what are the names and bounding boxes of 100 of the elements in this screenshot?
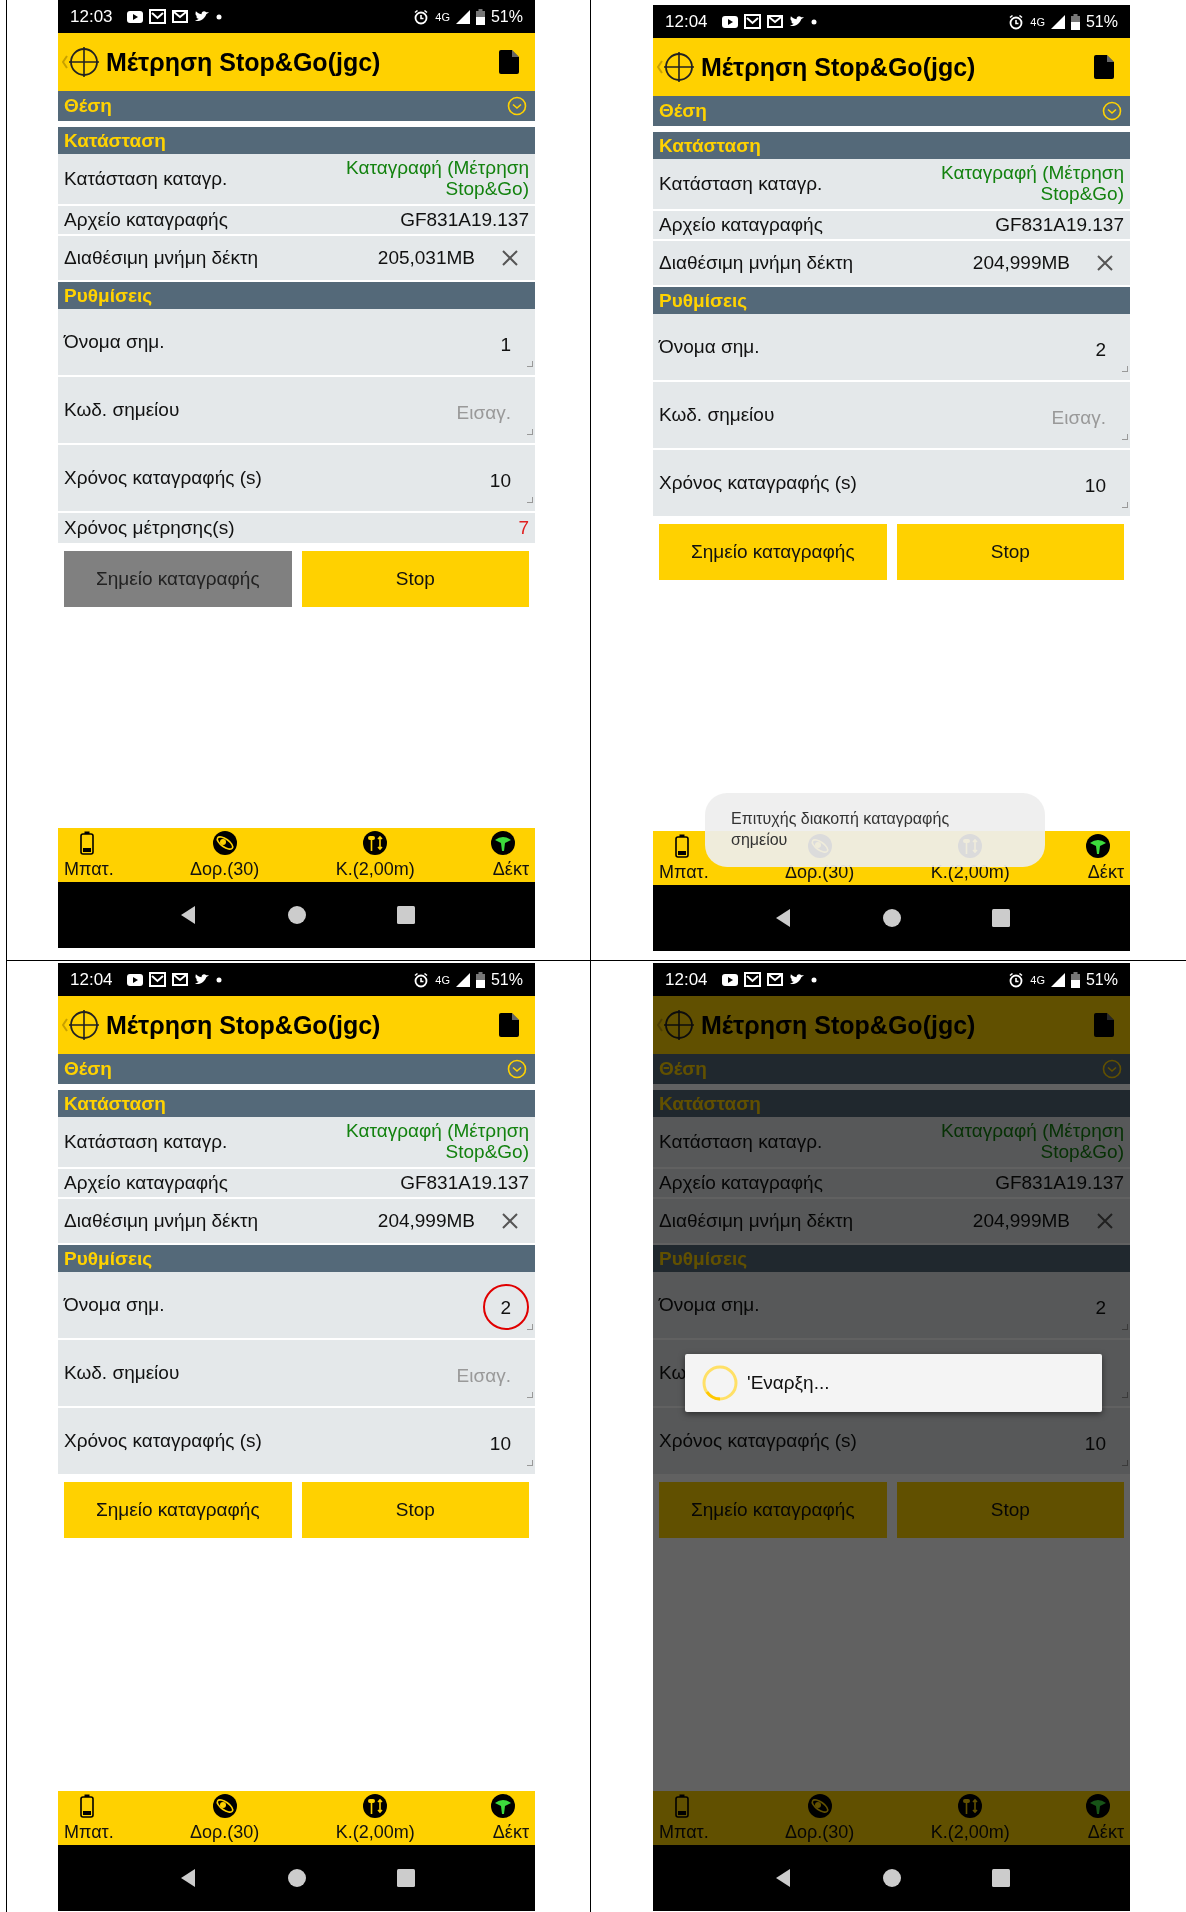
- close-icon[interactable]: [501, 1212, 519, 1230]
- section-header[interactable]: Θέση: [58, 1054, 535, 1084]
- row-label: Όνομα σημ.: [659, 336, 760, 358]
- action-button[interactable]: Stop: [896, 524, 1124, 580]
- action-button[interactable]: Σημείο καταγραφής: [64, 1482, 292, 1538]
- chevron-down-icon[interactable]: [1102, 101, 1122, 121]
- chevron-down-icon[interactable]: [507, 96, 527, 116]
- status-label: Κ.(2,00m): [335, 1822, 415, 1843]
- dot-icon: [810, 976, 817, 983]
- status-label: Μπατ.: [64, 859, 114, 880]
- input-field[interactable]: 10: [401, 455, 533, 507]
- row-label: Όνομα σημ.: [64, 1294, 165, 1316]
- section-title: Ρυθμίσεις: [58, 1245, 535, 1272]
- status-label: Δέκτ: [1087, 862, 1124, 883]
- section-title: Θέση: [659, 100, 707, 122]
- signal-icon: [1050, 972, 1065, 987]
- app-title: Μέτρηση Stop&Go(jgc): [106, 1010, 382, 1040]
- row-label: Όνομα σημ.: [659, 1294, 760, 1316]
- mail-icon: [171, 10, 188, 23]
- row-label: Χρόνος μέτρησης(s): [64, 517, 235, 539]
- row-label: Κατάσταση καταγρ.: [64, 168, 228, 190]
- gnss-receiver-icon[interactable]: [1086, 834, 1110, 858]
- home-icon[interactable]: [881, 1868, 902, 1888]
- row-value: GF831A19.137: [400, 1172, 529, 1194]
- input-field[interactable]: 10: [401, 1418, 533, 1470]
- back-crosshair-icon[interactable]: [62, 45, 100, 79]
- row-value: 204,999MB: [377, 1210, 475, 1232]
- action-button[interactable]: Stop: [301, 551, 529, 607]
- input-field[interactable]: 10: [996, 460, 1128, 512]
- action-button[interactable]: Σημείο καταγραφής: [659, 1482, 887, 1538]
- satellite-icon[interactable]: [212, 831, 237, 855]
- action-button[interactable]: Stop: [896, 1482, 1124, 1538]
- timer-value: 7: [518, 517, 529, 539]
- row-label: Αρχείο καταγραφής: [659, 1172, 823, 1194]
- row-value: GF831A19.137: [995, 214, 1124, 236]
- status-label: Μπατ.: [64, 1822, 114, 1843]
- status-value: Καταγραφή (Μέτρηση Stop&Go): [345, 158, 529, 200]
- action-button[interactable]: Σημείο καταγραφής: [659, 524, 887, 580]
- row-label: Κω: [659, 1362, 687, 1384]
- input-field[interactable]: Εισαγ.: [401, 1350, 533, 1402]
- input-field[interactable]: 1: [401, 319, 533, 371]
- recents-icon[interactable]: [991, 909, 1010, 927]
- status-value: Καταγραφή (Μέτρηση Stop&Go): [940, 1121, 1124, 1163]
- row-value: 205,031MB: [377, 247, 475, 269]
- document-icon[interactable]: [1094, 55, 1114, 79]
- back-crosshair-icon[interactable]: [657, 50, 695, 84]
- home-icon[interactable]: [286, 905, 307, 925]
- input-field[interactable]: 10: [996, 1418, 1128, 1470]
- input-field[interactable]: 2: [996, 1282, 1128, 1334]
- survey-pole-icon[interactable]: [363, 831, 388, 855]
- survey-pole-icon[interactable]: [363, 1794, 388, 1818]
- gnss-receiver-icon[interactable]: [491, 831, 515, 855]
- section-title: Κατάσταση: [58, 1090, 535, 1117]
- recents-icon[interactable]: [396, 906, 415, 924]
- mail-icon: [148, 972, 166, 987]
- section-header[interactable]: Θέση: [58, 91, 535, 121]
- input-field[interactable]: Εισαγ.: [401, 387, 533, 439]
- chevron-down-icon[interactable]: [507, 1059, 527, 1079]
- gnss-receiver-icon[interactable]: [491, 1794, 515, 1818]
- input-field[interactable]: 2: [996, 324, 1128, 376]
- section-title: Ρυθμίσεις: [653, 1245, 1130, 1272]
- recents-icon[interactable]: [396, 1869, 415, 1887]
- row-label: Κατάσταση καταγρ.: [659, 173, 823, 195]
- network-type: 4G: [1030, 15, 1045, 28]
- close-icon[interactable]: [501, 249, 519, 267]
- bird-icon: [193, 973, 210, 986]
- dialog-message: 'Εναρξη...: [747, 1372, 830, 1394]
- status-label: Κ.(2,00m): [335, 859, 415, 880]
- home-icon[interactable]: [881, 908, 902, 928]
- row-label: Διαθέσιμη μνήμη δέκτη: [659, 252, 854, 274]
- home-icon[interactable]: [286, 1868, 307, 1888]
- battery-status-icon: [475, 971, 485, 988]
- mail-icon: [148, 9, 166, 24]
- input-field[interactable]: 2: [401, 1282, 533, 1334]
- loading-spinner-icon: [701, 1364, 739, 1402]
- signal-icon: [455, 972, 470, 987]
- app-title: Μέτρηση Stop&Go(jgc): [701, 52, 977, 82]
- mail-icon: [743, 972, 761, 987]
- network-type: 4G: [435, 973, 450, 986]
- recents-icon[interactable]: [991, 1869, 1010, 1887]
- battery-icon[interactable]: [675, 834, 689, 858]
- battery-status-icon: [1070, 13, 1080, 30]
- row-label: Κατάσταση καταγρ.: [64, 1131, 228, 1153]
- video-icon: [126, 10, 143, 23]
- action-button[interactable]: Stop: [301, 1482, 529, 1538]
- input-field[interactable]: Εισαγ.: [996, 392, 1128, 444]
- battery-icon[interactable]: [80, 1794, 94, 1818]
- section-title: Θέση: [659, 1058, 707, 1080]
- row-value: GF831A19.137: [400, 209, 529, 231]
- satellite-icon[interactable]: [212, 1794, 237, 1818]
- document-icon[interactable]: [499, 1013, 519, 1037]
- back-crosshair-icon[interactable]: [62, 1008, 100, 1042]
- close-icon[interactable]: [1096, 254, 1114, 272]
- section-header[interactable]: Θέση: [653, 96, 1130, 126]
- battery-icon[interactable]: [80, 831, 94, 855]
- signal-icon: [1050, 14, 1065, 29]
- app-title: Μέτρηση Stop&Go(jgc): [701, 1010, 977, 1040]
- document-icon[interactable]: [499, 50, 519, 74]
- section-title: Θέση: [64, 1058, 112, 1080]
- bird-icon: [788, 973, 805, 986]
